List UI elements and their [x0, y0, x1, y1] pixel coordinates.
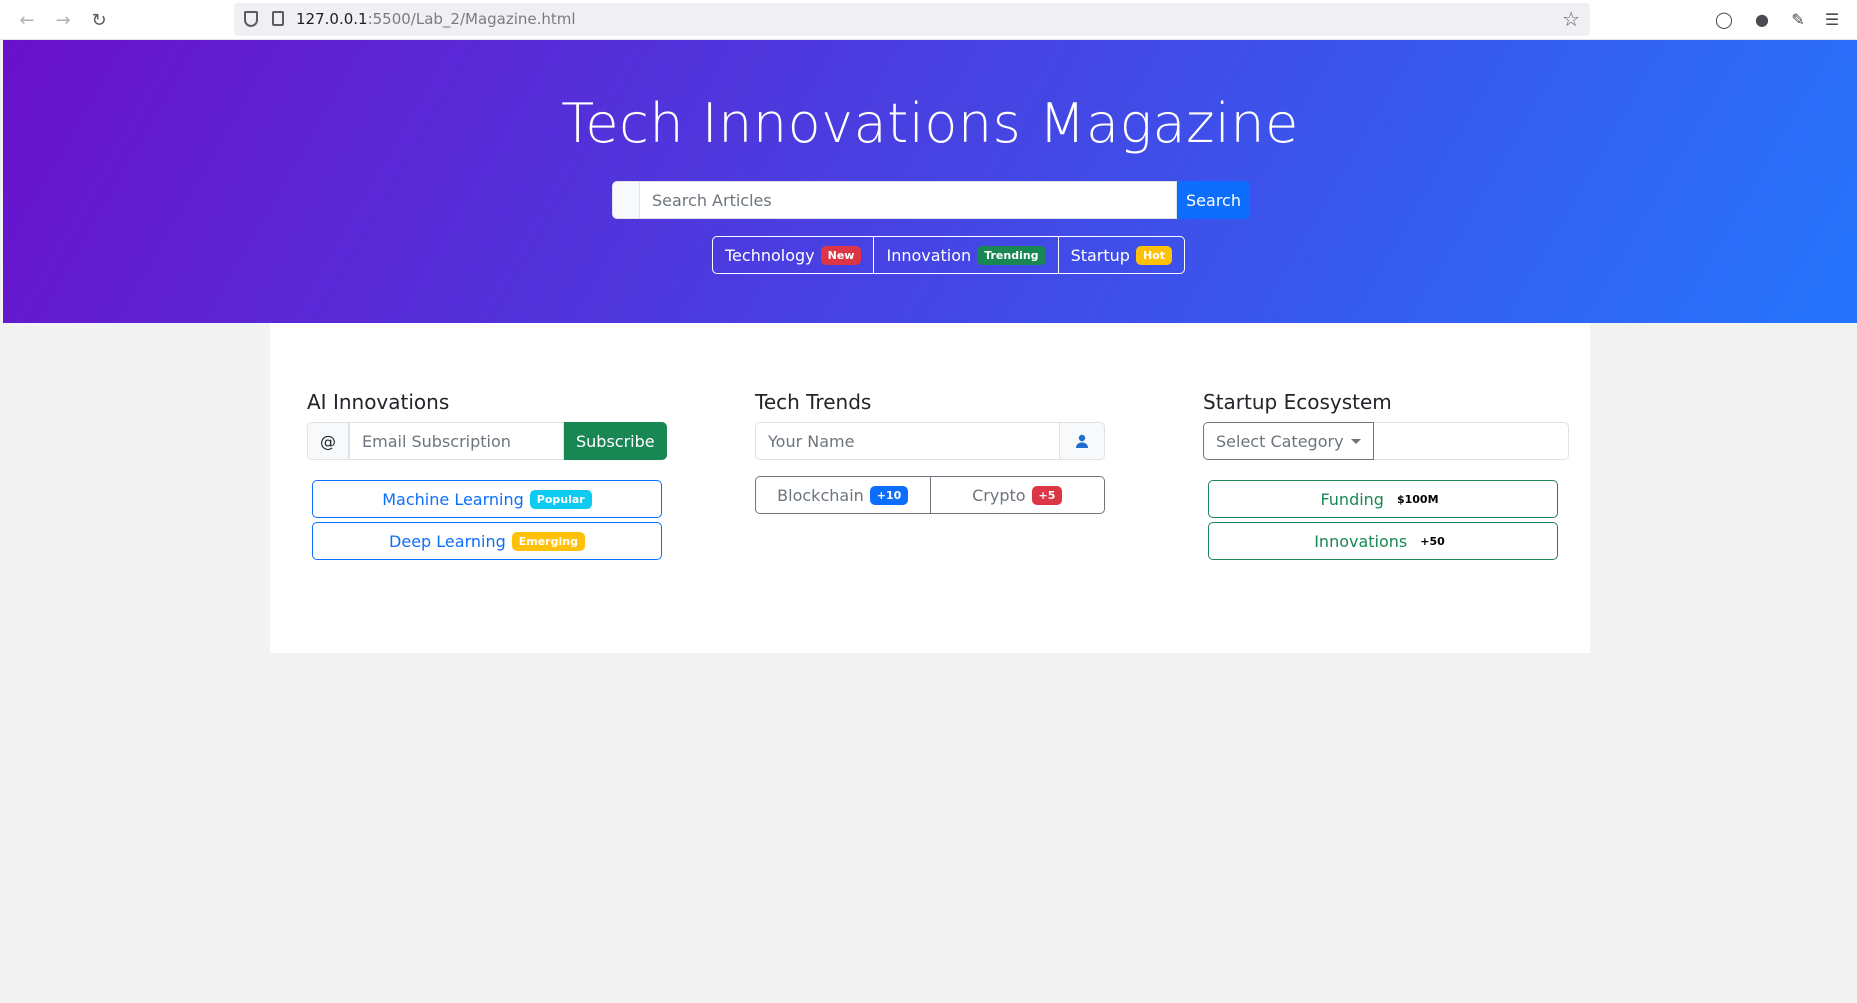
category-startup-button[interactable]: Startup Hot	[1059, 237, 1184, 273]
trending-badge: Trending	[977, 245, 1046, 265]
topic-label: Machine Learning	[382, 489, 524, 509]
back-arrow-icon[interactable]: ←	[13, 6, 41, 34]
name-input-group	[755, 422, 1115, 460]
user-icon	[1060, 422, 1105, 460]
browser-toolbar: ← → ↻ 127.0.0.1:5500/Lab_2/Magazine.html…	[0, 0, 1857, 40]
subscribe-button[interactable]: Subscribe	[564, 422, 667, 460]
email-subscription-group: @ Subscribe	[307, 422, 667, 460]
blockchain-button[interactable]: Blockchain +10	[755, 476, 931, 514]
machine-learning-button[interactable]: Machine Learning Popular	[312, 480, 662, 518]
search-input[interactable]	[639, 181, 1177, 219]
funding-button[interactable]: Funding $100M	[1208, 480, 1558, 518]
search-prefix	[612, 181, 639, 219]
reload-icon[interactable]: ↻	[85, 6, 113, 34]
section-title: Tech Trends	[755, 390, 872, 414]
page-title: Tech Innovations Magazine	[561, 92, 1299, 155]
trend-label: Crypto	[972, 485, 1026, 505]
section-title: Startup Ecosystem	[1203, 390, 1392, 414]
bookmark-star-icon[interactable]: ☆	[1562, 7, 1580, 31]
dropdown-label: Select Category	[1216, 431, 1344, 451]
category-label: Innovation	[886, 245, 972, 265]
url-host: 127.0.0.1	[296, 10, 368, 28]
count-badge: +50	[1420, 534, 1445, 548]
search-button[interactable]: Search	[1177, 181, 1250, 219]
hot-badge: Hot	[1135, 245, 1172, 265]
category-button-group: Technology New Innovation Trending Start…	[712, 236, 1185, 274]
popular-badge: Popular	[529, 489, 592, 509]
hero-banner: Tech Innovations Magazine Search Technol…	[3, 40, 1857, 323]
category-select-group: Select Category	[1203, 422, 1569, 460]
tech-trends-section: Tech Trends Blockchain +10 Crypto +5	[755, 389, 1115, 514]
trend-label: Blockchain	[777, 485, 864, 505]
section-title: AI Innovations	[307, 390, 450, 414]
forward-arrow-icon[interactable]: →	[49, 6, 77, 34]
name-field[interactable]	[755, 422, 1060, 460]
crypto-button[interactable]: Crypto +5	[930, 476, 1105, 514]
menu-icon[interactable]: ☰	[1820, 7, 1844, 31]
category-input[interactable]	[1373, 422, 1569, 460]
pocket-icon[interactable]: ◯	[1712, 7, 1736, 31]
trends-button-group: Blockchain +10 Crypto +5	[755, 476, 1105, 514]
page-icon	[272, 11, 284, 26]
main-content: AI Innovations @ Subscribe Machine Learn…	[270, 323, 1590, 653]
deep-learning-button[interactable]: Deep Learning Emerging	[312, 522, 662, 560]
url-path: :5500/Lab_2/Magazine.html	[367, 10, 576, 28]
chevron-down-icon	[1350, 438, 1361, 444]
startup-label: Innovations	[1314, 531, 1408, 551]
topic-label: Deep Learning	[389, 531, 506, 551]
count-badge: +5	[1031, 485, 1063, 505]
amount-badge: $100M	[1396, 492, 1439, 506]
count-badge: +10	[869, 485, 909, 505]
email-field[interactable]	[349, 422, 564, 460]
at-symbol: @	[307, 422, 349, 460]
select-category-dropdown[interactable]: Select Category	[1203, 422, 1374, 460]
category-technology-button[interactable]: Technology New	[713, 237, 875, 273]
category-label: Technology	[725, 245, 815, 265]
url-text[interactable]: 127.0.0.1:5500/Lab_2/Magazine.html	[296, 10, 576, 28]
account-icon[interactable]: ●	[1750, 7, 1774, 31]
address-bar[interactable]: 127.0.0.1:5500/Lab_2/Magazine.html ☆	[234, 3, 1590, 36]
startup-ecosystem-section: Startup Ecosystem Select Category Fundin…	[1203, 389, 1569, 560]
innovations-button[interactable]: Innovations +50	[1208, 522, 1558, 560]
startup-label: Funding	[1320, 489, 1384, 509]
shield-icon[interactable]	[244, 11, 258, 27]
ai-innovations-section: AI Innovations @ Subscribe Machine Learn…	[307, 389, 667, 560]
category-innovation-button[interactable]: Innovation Trending	[874, 237, 1059, 273]
extensions-icon[interactable]: ✎	[1786, 7, 1810, 31]
emerging-badge: Emerging	[511, 531, 585, 551]
category-label: Startup	[1070, 245, 1130, 265]
search-group: Search	[612, 181, 1250, 219]
new-badge: New	[820, 245, 862, 265]
